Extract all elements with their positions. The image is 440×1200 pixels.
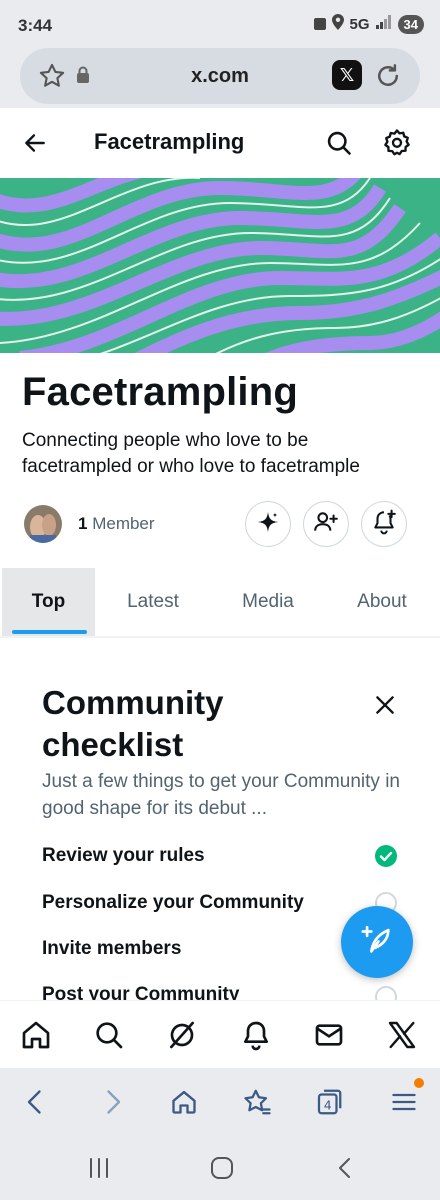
status-time: 3:44 [18, 16, 53, 35]
grok-summary-button[interactable] [245, 501, 291, 547]
close-icon[interactable] [372, 692, 398, 723]
tabs-icon[interactable]: 4 [314, 1086, 344, 1123]
member-avatar[interactable] [24, 505, 62, 543]
menu-icon[interactable] [390, 1086, 418, 1123]
notification-icon [313, 18, 326, 30]
tab-label: Media [242, 591, 294, 612]
compose-post-button[interactable] [341, 906, 413, 978]
battery-badge: 34 [397, 14, 424, 34]
sparkle-icon [256, 510, 280, 539]
notifications-button[interactable] [361, 501, 407, 547]
tab-label: About [357, 591, 407, 612]
unchecked-circle-icon [375, 986, 397, 1000]
member-count-label: Member [92, 514, 155, 533]
x-app-icon[interactable]: 𝕏 [332, 60, 362, 90]
tab-top[interactable]: Top [2, 568, 95, 636]
tab-label: Top [31, 591, 66, 612]
grok-icon[interactable] [166, 1019, 198, 1056]
status-right: 5G 34 [313, 14, 424, 34]
tab-latest[interactable]: Latest [107, 568, 199, 636]
tab-about[interactable]: About [336, 568, 428, 636]
tab-label: Latest [127, 591, 179, 612]
tab-media[interactable]: Media [222, 568, 314, 636]
bookmarks-icon[interactable] [242, 1086, 272, 1123]
community-tabs: Top Latest Media About [0, 568, 440, 638]
gear-icon[interactable] [382, 128, 412, 163]
page-title: Facetrampling [94, 129, 245, 154]
checklist-subtitle: Just a few things to get your Community … [42, 771, 400, 819]
home-button-icon[interactable] [209, 1156, 235, 1185]
system-navigation [0, 1136, 440, 1200]
back-arrow-icon[interactable] [22, 130, 48, 161]
back-icon[interactable] [22, 1086, 50, 1123]
checklist-item-review-rules[interactable]: Review your rules [42, 845, 205, 867]
browser-url-area: x.com 𝕏 [0, 48, 440, 108]
signal-icon [375, 15, 392, 33]
search-icon[interactable] [93, 1019, 125, 1056]
member-count[interactable]: 1 Member [78, 514, 155, 534]
invite-member-button[interactable] [303, 501, 349, 547]
search-icon[interactable] [325, 129, 353, 162]
member-count-number: 1 [78, 514, 88, 533]
location-icon [331, 14, 344, 34]
reload-icon[interactable] [373, 61, 403, 96]
checklist-item-post[interactable]: Post your Community [42, 984, 239, 1000]
page-header: Facetrampling [0, 108, 440, 178]
system-back-icon[interactable] [334, 1156, 356, 1185]
add-user-icon [313, 509, 339, 540]
checklist-item-clip: Post your Community [0, 980, 440, 1000]
active-tab-indicator [12, 630, 87, 634]
community-banner [0, 178, 440, 353]
recent-apps-icon[interactable] [86, 1156, 112, 1185]
checklist-item-invite[interactable]: Invite members [42, 938, 181, 960]
network-label: 5G [349, 15, 370, 33]
update-notification-dot [414, 1078, 424, 1088]
community-description: Connecting people who love to be facetra… [22, 430, 360, 477]
home-icon[interactable] [20, 1019, 52, 1056]
bell-plus-icon [371, 509, 397, 540]
x-logo-icon[interactable] [386, 1019, 418, 1056]
bell-icon[interactable] [240, 1019, 272, 1056]
community-name: Facetrampling [22, 370, 298, 414]
checklist-item-personalize[interactable]: Personalize your Community [42, 892, 304, 914]
browser-toolbar: 4 [0, 1068, 440, 1136]
checkmark-icon [375, 845, 397, 867]
tab-count: 4 [324, 1098, 332, 1113]
status-bar: 3:44 5G 34 [0, 0, 440, 48]
browser-home-icon[interactable] [170, 1086, 198, 1123]
url-bar[interactable]: x.com 𝕏 [20, 48, 420, 104]
bottom-navigation [0, 1000, 440, 1068]
compose-feather-icon [360, 923, 394, 962]
checklist-title: Community checklist [42, 684, 224, 763]
mail-icon[interactable] [313, 1019, 345, 1056]
forward-icon[interactable] [98, 1086, 126, 1123]
